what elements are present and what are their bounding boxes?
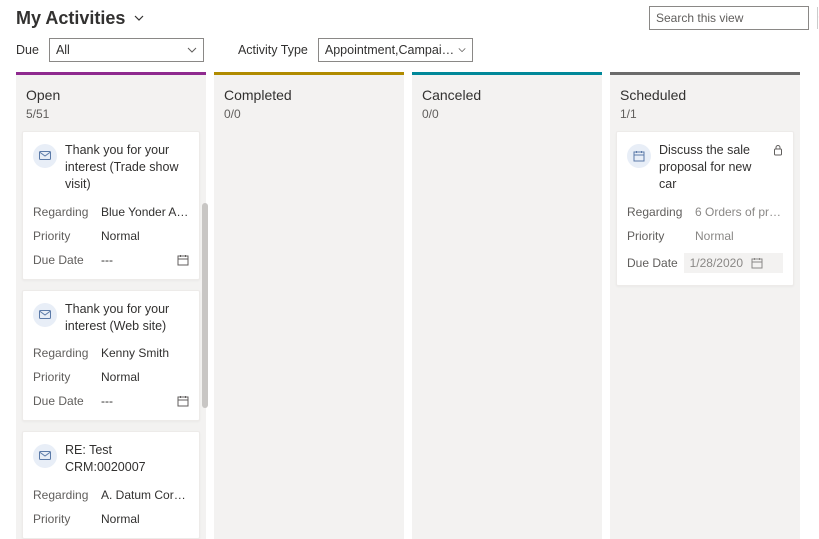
priority-value: Normal xyxy=(101,229,189,243)
regarding-value: 6 Orders of pro... xyxy=(695,205,783,219)
activity-card[interactable]: Discuss the sale proposal for new car Re… xyxy=(616,131,794,286)
due-date-value: --- xyxy=(101,394,177,408)
email-icon xyxy=(33,444,57,468)
chevron-down-icon xyxy=(187,45,197,55)
column-count: 5/51 xyxy=(26,107,196,121)
due-date-value: 1/28/2020 xyxy=(690,256,743,270)
scrollbar[interactable] xyxy=(202,203,208,408)
field-label-regarding: Regarding xyxy=(33,488,101,502)
chevron-down-icon xyxy=(458,45,466,55)
column-scheduled: Scheduled 1/1 Discuss the sale proposal … xyxy=(610,72,800,539)
card-title: RE: Test CRM:0020007 xyxy=(65,442,189,476)
column-header: Open 5/51 xyxy=(16,75,206,131)
due-date-value: --- xyxy=(101,253,177,267)
kanban-board: Open 5/51 Thank you for your interest (T… xyxy=(0,72,819,539)
field-label-regarding: Regarding xyxy=(33,205,101,219)
regarding-value: Blue Yonder Ai... xyxy=(101,205,189,219)
field-label-due-date: Due Date xyxy=(627,256,684,270)
activity-card[interactable]: RE: Test CRM:0020007 RegardingA. Datum C… xyxy=(22,431,200,539)
view-title: My Activities xyxy=(16,8,125,29)
column-header: Canceled 0/0 xyxy=(412,75,602,131)
activity-card[interactable]: Thank you for your interest (Web site) R… xyxy=(22,290,200,422)
column-count: 0/0 xyxy=(224,107,394,121)
calendar-icon[interactable] xyxy=(177,254,189,266)
field-label-priority: Priority xyxy=(33,370,101,384)
search-input[interactable] xyxy=(650,9,817,27)
lock-icon xyxy=(773,144,783,156)
priority-value: Normal xyxy=(101,512,189,526)
activity-type-filter-label: Activity Type xyxy=(238,43,308,57)
field-label-priority: Priority xyxy=(33,229,101,243)
column-completed: Completed 0/0 xyxy=(214,72,404,539)
column-canceled: Canceled 0/0 xyxy=(412,72,602,539)
card-title: Thank you for your interest (Web site) xyxy=(65,301,189,335)
column-title: Open xyxy=(26,87,196,103)
calendar-icon xyxy=(751,257,763,269)
field-label-priority: Priority xyxy=(627,229,695,243)
field-label-regarding: Regarding xyxy=(33,346,101,360)
column-title: Completed xyxy=(224,87,394,103)
view-switcher[interactable] xyxy=(133,12,145,24)
regarding-value: Kenny Smith xyxy=(101,346,189,360)
column-count: 1/1 xyxy=(620,107,790,121)
field-label-due-date: Due Date xyxy=(33,394,101,408)
field-label-priority: Priority xyxy=(33,512,101,526)
field-label-due-date: Due Date xyxy=(33,253,101,267)
column-title: Scheduled xyxy=(620,87,790,103)
column-count: 0/0 xyxy=(422,107,592,121)
column-title: Canceled xyxy=(422,87,592,103)
card-title: Discuss the sale proposal for new car xyxy=(659,142,765,193)
calendar-icon[interactable] xyxy=(177,395,189,407)
due-date-field[interactable]: 1/28/2020 xyxy=(684,253,783,273)
priority-value: Normal xyxy=(695,229,783,243)
column-header: Completed 0/0 xyxy=(214,75,404,131)
regarding-value: A. Datum Corp... xyxy=(101,488,189,502)
priority-value: Normal xyxy=(101,370,189,384)
email-icon xyxy=(33,303,57,327)
column-open: Open 5/51 Thank you for your interest (T… xyxy=(16,72,206,539)
due-filter-label: Due xyxy=(16,43,39,57)
due-filter-value: All xyxy=(56,43,70,57)
header-bar: My Activities xyxy=(0,0,819,32)
field-label-regarding: Regarding xyxy=(627,205,695,219)
chevron-down-icon xyxy=(133,12,145,24)
filter-bar: Due All Activity Type Appointment,Campai… xyxy=(0,32,819,72)
activity-type-filter-dropdown[interactable]: Appointment,Campaign Acti... xyxy=(318,38,473,62)
search-box[interactable] xyxy=(649,6,809,30)
card-title: Thank you for your interest (Trade show … xyxy=(65,142,189,193)
due-filter-dropdown[interactable]: All xyxy=(49,38,204,62)
appointment-icon xyxy=(627,144,651,168)
activity-type-filter-value: Appointment,Campaign Acti... xyxy=(325,43,458,57)
activity-card[interactable]: Thank you for your interest (Trade show … xyxy=(22,131,200,280)
column-header: Scheduled 1/1 xyxy=(610,75,800,131)
email-icon xyxy=(33,144,57,168)
